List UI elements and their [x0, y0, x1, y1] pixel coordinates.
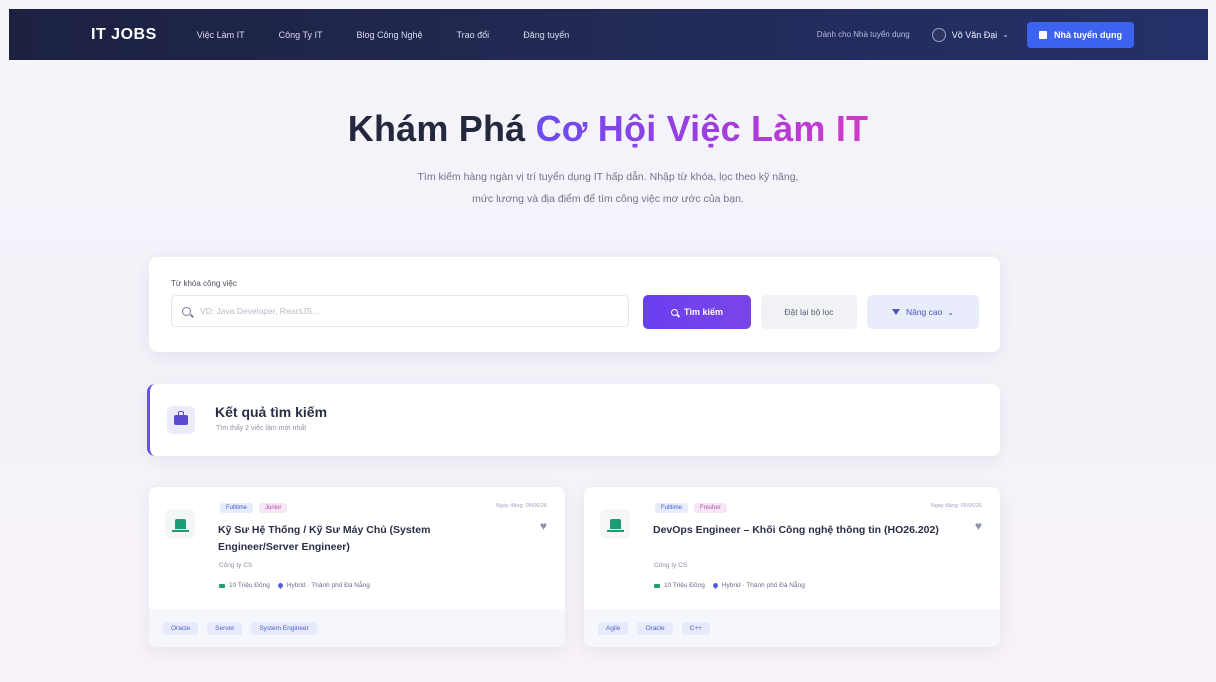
employer-button-label: Nhà tuyển dụng	[1054, 29, 1122, 40]
money-icon	[219, 583, 225, 588]
company-logo-icon	[600, 509, 630, 539]
job-title[interactable]: DevOps Engineer – Khối Công nghệ thông t…	[653, 522, 939, 539]
results-title: Kết quả tìm kiếm	[215, 404, 328, 420]
hero-subtitle-line2: mức lương và địa điểm để tìm công việc m…	[472, 193, 744, 205]
search-card: Từ khóa công việc VD: Java Developer, Re…	[149, 257, 1000, 352]
job-location: Hybrid · Thành phố Đà Nẵng	[286, 582, 370, 589]
job-salary: 10 Triệu Đồng	[664, 582, 705, 589]
search-button[interactable]: Tìm kiếm	[643, 295, 751, 329]
filter-icon	[891, 309, 900, 315]
building-icon	[1039, 30, 1047, 39]
location-icon	[276, 581, 284, 590]
employer-button[interactable]: Nhà tuyển dụng	[1027, 21, 1134, 48]
company-name: Công ty CS	[219, 562, 253, 569]
heart-icon[interactable]: ♥	[975, 519, 982, 533]
job-salary: 10 Triệu Đồng	[229, 582, 270, 589]
job-tags: Fulltime Junior	[220, 503, 288, 513]
company-logo-icon	[165, 509, 195, 539]
money-icon	[654, 583, 660, 588]
job-title[interactable]: Kỹ Sư Hệ Thống / Kỹ Sư Máy Chủ (System E…	[218, 522, 504, 556]
chevron-down-icon: ⌄	[947, 307, 955, 317]
hero-subtitle: Tìm kiếm hàng ngàn vị trí tuyển dụng IT …	[308, 166, 908, 210]
job-tags: Fulltime Fresher	[655, 503, 727, 513]
skill-chip[interactable]: Server	[207, 621, 243, 635]
hero-title-highlight: Cơ Hội Việc Làm IT	[535, 108, 869, 149]
search-input[interactable]: VD: Java Developer, ReactJS...	[171, 295, 629, 327]
job-type-badge: Fulltime	[655, 503, 689, 513]
employer-link[interactable]: Dành cho Nhà tuyển dụng	[817, 30, 910, 39]
user-name: Võ Văn Đại	[951, 29, 998, 40]
briefcase-icon	[167, 406, 195, 434]
avatar-icon	[931, 27, 946, 42]
location-icon	[711, 581, 719, 590]
advanced-filter-button[interactable]: Nâng cao ⌄	[867, 295, 979, 329]
nav-link-forum[interactable]: Trao đổi	[457, 30, 490, 40]
advanced-filter-label: Nâng cao	[905, 307, 943, 317]
job-level-badge: Fresher	[694, 503, 727, 513]
logo[interactable]: IT JOBS	[91, 26, 157, 44]
hero-title: Khám Phá Cơ Hội Việc Làm IT	[0, 108, 1216, 150]
skill-list: Oracle Server System Engineer	[149, 609, 565, 647]
hero-subtitle-line1: Tìm kiếm hàng ngàn vị trí tuyển dụng IT …	[417, 171, 799, 183]
top-navbar: IT JOBS Việc Làm IT Công Ty IT Blog Công…	[9, 9, 1208, 60]
company-name: Công ty CS	[654, 562, 688, 569]
job-meta: 10 Triệu Đồng Hybrid · Thành phố Đà Nẵng	[654, 581, 805, 590]
job-meta: 10 Triệu Đồng Hybrid · Thành phố Đà Nẵng	[219, 581, 370, 590]
skill-list: Agile Oracle C++	[584, 609, 1000, 647]
skill-chip[interactable]: Oracle	[163, 621, 199, 635]
job-card[interactable]: Fulltime Junior Ngày đăng: 05/06/26 ♥ Kỹ…	[149, 487, 565, 647]
skill-chip[interactable]: C++	[681, 621, 710, 635]
job-card[interactable]: Fulltime Fresher Ngày đăng: 05/06/26 ♥ D…	[584, 487, 1000, 647]
search-placeholder: VD: Java Developer, ReactJS...	[200, 306, 320, 316]
search-icon	[670, 308, 678, 316]
chevron-down-icon: ⌄	[1002, 30, 1009, 39]
job-location: Hybrid · Thành phố Đà Nẵng	[721, 582, 805, 589]
nav-link-jobs[interactable]: Việc Làm IT	[197, 30, 245, 40]
nav-link-blog[interactable]: Blog Công Nghệ	[356, 30, 422, 40]
search-button-label: Tìm kiếm	[683, 307, 723, 317]
results-subtitle: Tìm thấy 2 việc làm mới nhất	[216, 425, 307, 432]
search-label: Từ khóa công việc	[171, 279, 237, 288]
nav-link-post-job[interactable]: Đăng tuyển	[523, 30, 569, 40]
results-header: Kết quả tìm kiếm Tìm thấy 2 việc làm mới…	[147, 384, 1000, 456]
reset-filters-button[interactable]: Đặt lại bộ lọc	[761, 295, 857, 329]
posted-date: Ngày đăng: 05/06/26	[930, 503, 982, 509]
skill-chip[interactable]: Oracle	[637, 621, 673, 635]
skill-chip[interactable]: System Engineer	[251, 621, 317, 635]
nav-link-companies[interactable]: Công Ty IT	[279, 30, 323, 40]
user-menu[interactable]: Võ Văn Đại ⌄	[931, 27, 1009, 42]
skill-chip[interactable]: Agile	[598, 621, 629, 635]
search-icon	[182, 306, 191, 316]
job-level-badge: Junior	[259, 503, 288, 513]
heart-icon[interactable]: ♥	[540, 519, 547, 533]
posted-date: Ngày đăng: 05/06/26	[495, 503, 547, 509]
job-type-badge: Fulltime	[220, 503, 254, 513]
hero-title-plain: Khám Phá	[347, 108, 526, 149]
